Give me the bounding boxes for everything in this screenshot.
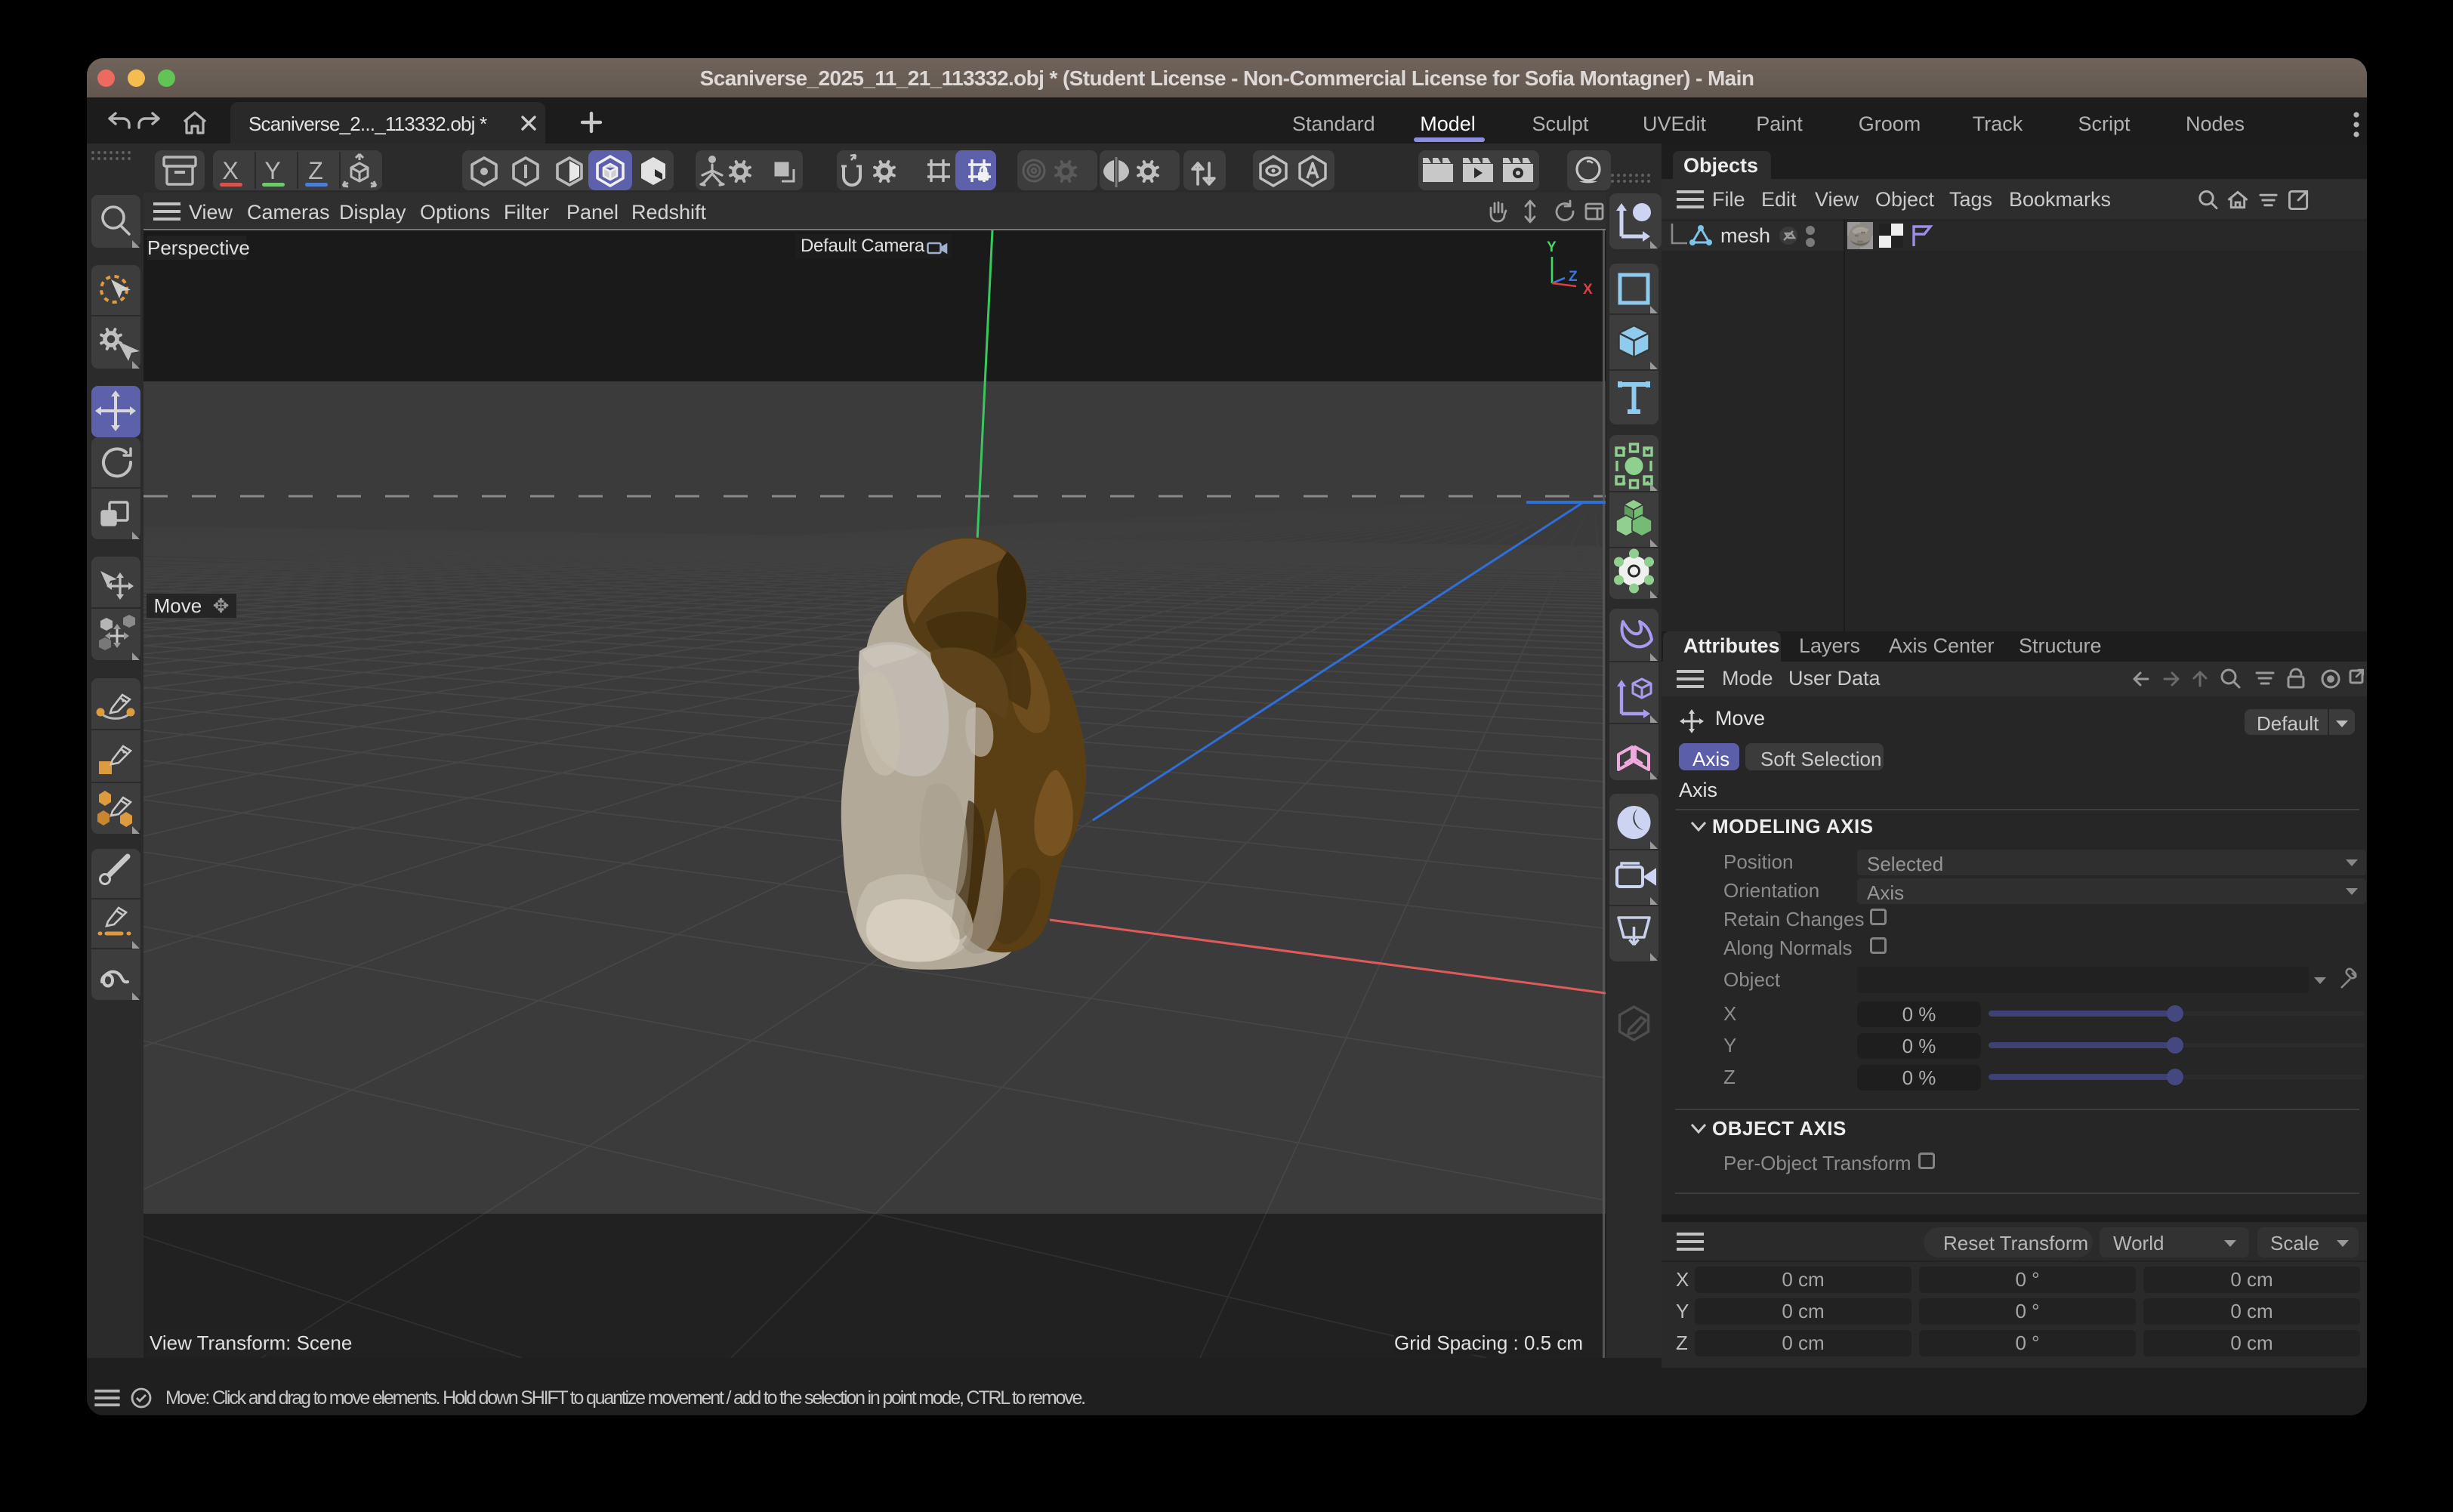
svg-text:X: X xyxy=(222,157,238,184)
svg-text:Z: Z xyxy=(308,157,323,184)
svg-text:Y: Y xyxy=(264,157,280,184)
svg-text:X: X xyxy=(1583,282,1593,298)
svg-text:Y: Y xyxy=(1547,239,1557,255)
svg-text:Z: Z xyxy=(1569,269,1578,285)
